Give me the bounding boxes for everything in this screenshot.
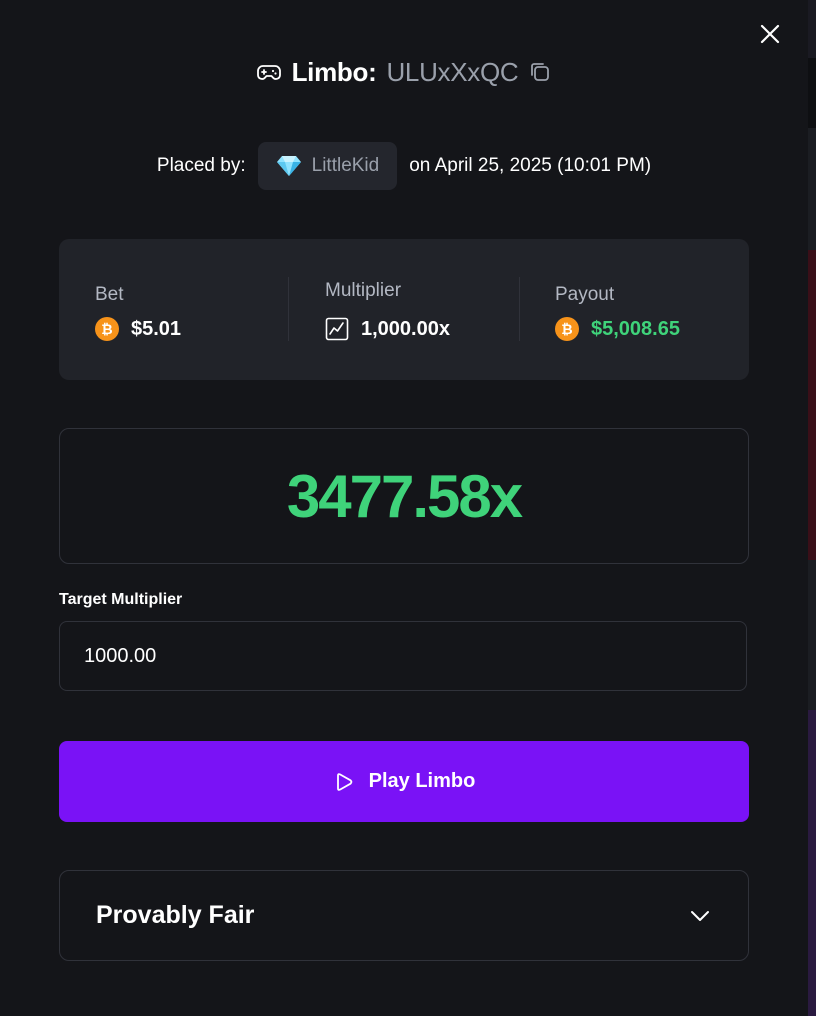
copy-icon[interactable] [528, 60, 552, 84]
bitcoin-icon: ₿ [95, 317, 119, 341]
bet-value-row: ₿ $5.01 [95, 317, 181, 341]
payout-label: Payout [555, 284, 615, 305]
placed-date: on April 25, 2025 (10:01 PM) [409, 155, 652, 176]
bet-value: $5.01 [131, 317, 182, 340]
multiplier-value: 1,000.00x [361, 317, 450, 340]
bet-id: ULUxXxQC [386, 56, 519, 87]
modal-title: Limbo: ULUxXxQC [0, 56, 808, 88]
multiplier-label: Multiplier [325, 280, 402, 301]
username: LittleKid [311, 155, 380, 176]
backdrop-edge [808, 0, 816, 1016]
chevron-down-icon[interactable] [688, 904, 712, 928]
provably-fair-accordion[interactable]: Provably Fair [59, 870, 749, 961]
multiplier-value-row: 1,000.00x [325, 317, 450, 341]
stat-bet: Bet ₿ $5.01 [59, 239, 289, 380]
svg-text:₿: ₿ [101, 321, 112, 337]
play-limbo-label: Play Limbo [368, 770, 476, 792]
stat-multiplier: Multiplier 1,000.00x [289, 239, 519, 380]
game-name: Limbo: [291, 56, 377, 87]
close-icon[interactable] [756, 20, 784, 48]
bet-details-modal: Limbo: ULUxXxQC Placed by: LittleKid on … [0, 0, 808, 1016]
result-display: 3477.58x [59, 428, 749, 564]
user-chip[interactable]: LittleKid [257, 142, 398, 190]
bitcoin-icon: ₿ [555, 317, 579, 341]
provably-fair-title: Provably Fair [96, 901, 255, 929]
target-multiplier-label: Target Multiplier [59, 591, 183, 608]
payout-value: $5,008.65 [591, 317, 680, 340]
target-multiplier-input[interactable] [59, 621, 747, 691]
gamepad-icon [256, 65, 281, 80]
bet-label: Bet [95, 284, 124, 305]
play-limbo-button[interactable]: Play Limbo [59, 741, 749, 822]
play-icon [336, 772, 352, 791]
placed-by-row: Placed by: LittleKid on April 25, 2025 (… [0, 142, 808, 190]
payout-value-row: ₿ $5,008.65 [555, 317, 680, 341]
trend-chart-icon [325, 317, 349, 341]
result-multiplier: 3477.58x [286, 462, 523, 530]
diamond-icon [276, 156, 301, 176]
placed-by-label: Placed by: [156, 155, 246, 176]
svg-text:₿: ₿ [561, 321, 572, 337]
stat-payout: Payout ₿ $5,008.65 [519, 239, 749, 380]
bet-stats-card: Bet ₿ $5.01 Multiplier 1,000.00x Payout … [59, 239, 749, 380]
